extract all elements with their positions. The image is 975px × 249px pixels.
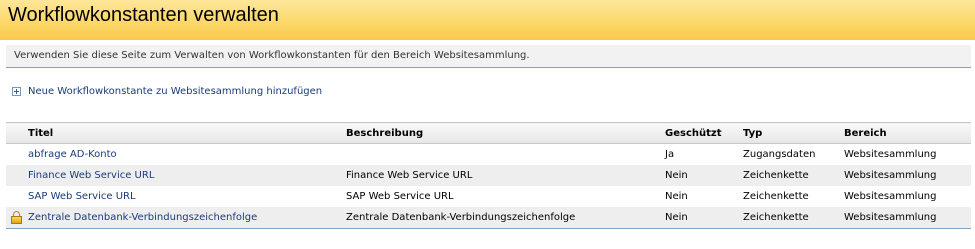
row-scope: Websitesammlung [844,191,937,202]
row-icon-cell [6,165,28,186]
plus-box-icon [12,86,21,96]
page-description: Verwenden Sie diese Seite zum Verwalten … [14,50,530,61]
row-protected: Nein [665,165,743,186]
row-icon-cell [6,207,28,229]
table-row: SAP Web Service URL SAP Web Service URL … [6,186,971,207]
description-bar: Verwenden Sie diese Seite zum Verwalten … [6,45,971,68]
add-constant-link[interactable]: Neue Workflowkonstante zu Websitesammlun… [12,84,322,98]
row-title-link[interactable]: SAP Web Service URL [28,191,136,202]
page-header: Workflowkonstanten verwalten [0,0,975,40]
row-protected: Nein [665,191,688,202]
row-description [346,144,665,166]
table-row: Zentrale Datenbank-Verbindungszeichenfol… [6,207,971,229]
row-type: Zeichenkette [743,207,844,229]
column-header-icon [6,122,28,144]
row-icon-cell [6,144,28,166]
row-type: Zugangsdaten [743,149,816,160]
row-protected: Ja [665,149,675,160]
row-scope: Websitesammlung [844,149,937,160]
table-header-row: Titel Beschreibung Geschützt Typ Bereich [6,122,971,144]
row-title-link[interactable]: Finance Web Service URL [28,170,154,181]
column-header-description[interactable]: Beschreibung [346,122,665,144]
table-row: Finance Web Service URL Finance Web Serv… [6,165,971,186]
column-header-type[interactable]: Typ [743,122,844,144]
column-header-scope[interactable]: Bereich [844,122,971,144]
row-icon-cell [6,186,28,207]
table-row: abfrage AD-Konto Ja Zugangsdaten Website… [6,144,971,166]
row-type: Zeichenkette [743,191,809,202]
row-description: Finance Web Service URL [346,165,665,186]
row-description: Zentrale Datenbank-Verbindungszeichenfol… [346,207,665,229]
row-protected: Nein [665,207,743,229]
add-constant-label[interactable]: Neue Workflowkonstante zu Websitesammlun… [28,86,322,97]
row-type: Zeichenkette [743,165,844,186]
row-scope: Websitesammlung [844,165,971,186]
row-title-link[interactable]: abfrage AD-Konto [28,149,117,160]
column-header-title[interactable]: Titel [28,122,346,144]
constants-table: Titel Beschreibung Geschützt Typ Bereich… [6,122,971,229]
row-title-link[interactable]: Zentrale Datenbank-Verbindungszeichenfol… [28,212,257,223]
row-description: SAP Web Service URL [346,191,454,202]
page-title: Workflowkonstanten verwalten [8,4,279,26]
row-scope: Websitesammlung [844,207,971,229]
lock-icon [11,211,22,224]
column-header-protected[interactable]: Geschützt [665,122,743,144]
